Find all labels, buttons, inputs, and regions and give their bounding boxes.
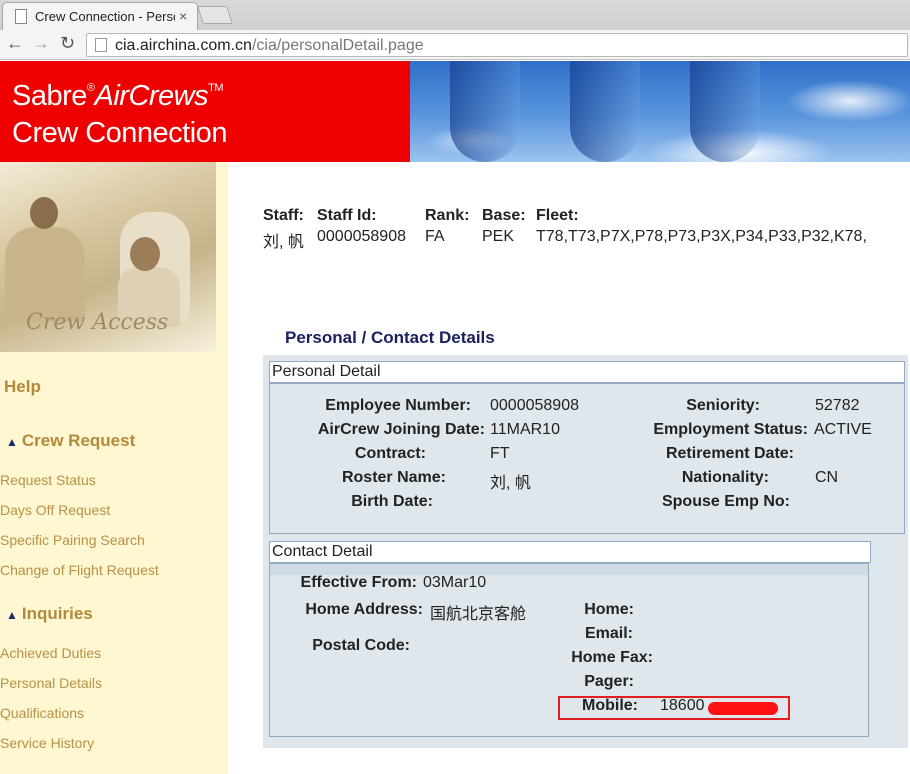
collapse-triangle-icon: ▲ xyxy=(6,435,18,449)
employment-status-value: ACTIVE xyxy=(814,421,872,438)
tab-title: Crew Connection - Persona xyxy=(35,9,175,24)
reload-icon[interactable]: ↻ xyxy=(60,33,75,54)
nationality-label: Nationality: xyxy=(681,469,769,486)
nationality-value: CN xyxy=(815,469,839,486)
browser-tabstrip: Crew Connection - Persona × xyxy=(0,0,910,30)
new-tab-button[interactable] xyxy=(197,6,233,24)
spouse-emp-label: Spouse Emp No: xyxy=(661,493,790,510)
email-label: Email: xyxy=(584,625,633,642)
joining-date-value: 11MAR10 xyxy=(490,421,560,438)
crew-access-caption: Crew Access xyxy=(26,310,169,335)
sidebar-item-days-off-request[interactable]: Days Off Request xyxy=(0,502,110,518)
staff-id-value: 0000058908 xyxy=(317,228,406,245)
page-icon xyxy=(95,38,107,52)
staff-value: 刘, 帆 xyxy=(263,234,304,251)
url-text: cia.airchina.com.cn/cia/personalDetail.p… xyxy=(115,37,424,54)
retirement-date-label: Retirement Date: xyxy=(665,445,794,462)
personal-detail-title: Personal Detail xyxy=(269,361,905,383)
sidebar-item-request-status[interactable]: Request Status xyxy=(0,472,96,488)
rank-label: Rank: xyxy=(425,207,470,224)
sidebar-inquiries-heading[interactable]: ▲ Inquiries xyxy=(6,604,93,624)
banner-sky-image xyxy=(410,61,910,162)
employment-status-label: Employment Status: xyxy=(653,421,808,438)
mobile-highlight-box xyxy=(558,696,790,720)
close-tab-icon[interactable]: × xyxy=(179,8,187,24)
sidebar-item-specific-pairing-search[interactable]: Specific Pairing Search xyxy=(0,532,145,548)
browser-tab[interactable]: Crew Connection - Persona × xyxy=(2,2,198,30)
home-address-value: 国航北京客舱 xyxy=(430,606,527,623)
seniority-label: Seniority: xyxy=(686,397,760,414)
rank-value: FA xyxy=(425,228,445,245)
left-sidebar: Crew Access Help ▲ Crew Request Request S… xyxy=(0,162,228,774)
brand-logo-line1: Sabre®AirCrewsTM xyxy=(12,80,224,112)
staff-id-label: Staff Id: xyxy=(317,207,377,224)
sidebar-item-qualifications[interactable]: Qualifications xyxy=(0,705,84,721)
sidebar-item-achieved-duties[interactable]: Achieved Duties xyxy=(0,645,101,661)
page-favicon-icon xyxy=(15,9,27,24)
page-title: Personal / Contact Details xyxy=(285,328,495,347)
birth-date-label: Birth Date: xyxy=(351,493,433,510)
sidebar-help-link[interactable]: Help xyxy=(4,377,41,397)
base-value: PEK xyxy=(482,228,515,245)
seniority-value: 52782 xyxy=(815,397,860,414)
back-arrow-icon[interactable]: ← xyxy=(6,33,24,54)
fleet-value: T78,T73,P7X,P78,P73,P3X,P34,P33,P32,K78, xyxy=(536,228,867,245)
employee-number-label: Employee Number: xyxy=(325,397,471,414)
forward-arrow-icon[interactable]: → xyxy=(32,33,50,54)
employee-number-value: 0000058908 xyxy=(490,397,579,414)
home-fax-label: Home Fax: xyxy=(571,649,653,666)
effective-from-value: 03Mar10 xyxy=(423,574,487,591)
staff-label: Staff: xyxy=(263,207,304,224)
sidebar-item-change-of-flight-request[interactable]: Change of Flight Request xyxy=(0,562,159,578)
fleet-label: Fleet: xyxy=(536,207,579,224)
contract-value: FT xyxy=(490,445,510,462)
sidebar-item-personal-details[interactable]: Personal Details xyxy=(0,675,102,691)
sidebar-item-service-history[interactable]: Service History xyxy=(0,735,94,751)
home-address-label: Home Address: xyxy=(305,601,423,618)
browser-toolbar: ← → ↻ cia.airchina.com.cn/cia/personalDe… xyxy=(0,30,910,60)
effective-from-label: Effective From: xyxy=(300,574,417,591)
joining-date-label: AirCrew Joining Date: xyxy=(317,421,485,438)
postal-code-label: Postal Code: xyxy=(312,637,410,654)
base-label: Base: xyxy=(482,207,526,224)
roster-name-value: 刘, 帆 xyxy=(490,475,531,492)
contract-label: Contract: xyxy=(354,445,426,462)
brand-logo-line2: Crew Connection xyxy=(12,117,227,149)
pager-label: Pager: xyxy=(584,673,634,690)
sidebar-crew-request-heading[interactable]: ▲ Crew Request xyxy=(6,431,135,451)
home-phone-label: Home: xyxy=(584,601,634,618)
collapse-triangle-icon: ▲ xyxy=(6,608,18,622)
address-bar[interactable]: cia.airchina.com.cn/cia/personalDetail.p… xyxy=(86,33,908,57)
contact-detail-title: Contact Detail xyxy=(269,541,871,563)
roster-name-label: Roster Name: xyxy=(341,469,446,486)
